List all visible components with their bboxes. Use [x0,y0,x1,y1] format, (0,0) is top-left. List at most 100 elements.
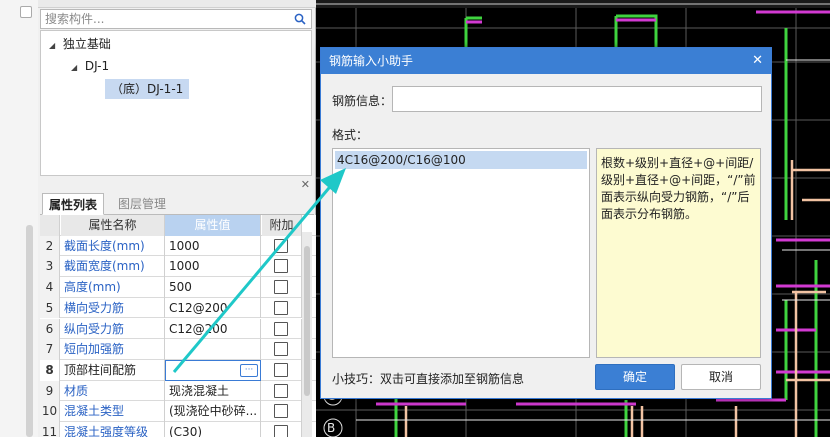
toggle-checkbox[interactable] [20,6,32,18]
extra-checkbox[interactable] [274,300,288,315]
search-icon[interactable] [294,13,306,25]
grid-scrollbar-thumb[interactable] [304,246,310,396]
tree-node-label: 独立基础 [62,37,111,51]
property-tabs: 属性列表 图层管理 [40,193,314,215]
ok-button[interactable]: 确定 [595,364,675,390]
property-value[interactable]: 1000 [165,256,261,278]
property-name: 顶部柱间配筋 [61,359,165,381]
extra-checkbox[interactable] [274,425,288,437]
extra-checkbox[interactable] [274,238,288,253]
tree-node-dj1-1[interactable]: （底）DJ-1-1 [105,79,190,99]
property-value-editor[interactable]: ··· [165,359,261,381]
tip-text: 小技巧：双击可直接添加至钢筋信息 [332,372,525,386]
left-scrollbar[interactable] [26,225,33,437]
extra-cell [262,339,302,360]
table-row[interactable]: 4 高度(mm) 500 [40,277,316,298]
property-value[interactable]: 1000 [165,235,261,257]
property-grid: 属性名称 属性值 附加 2 截面长度(mm) 1000 3 截面宽度(mm) 1000 4 高… [40,215,316,437]
dialog-title-text: 钢筋输入小助手 [329,54,414,68]
format-list[interactable]: 4C16@200/C16@100 [332,148,590,358]
table-row[interactable]: 6 纵向受力筋 C12@200 [40,318,316,340]
component-panel: ◢ 独立基础 ◢ DJ-1 （底）DJ-1-1 ✕ 属性列表 图层管理 属性名称… [38,0,316,437]
properties-title-bar: ✕ [38,178,316,192]
extra-checkbox[interactable] [274,280,288,295]
row-index: 9 [40,380,60,402]
property-name: 截面长度(mm) [61,235,165,257]
cancel-button[interactable]: 取消 [681,364,761,390]
row-index: 3 [40,256,60,278]
row-index: 2 [40,235,60,257]
left-edge-strip [0,0,38,437]
table-row[interactable]: 7 短向加强筋 [40,339,316,360]
property-name: 材质 [61,380,165,402]
expand-arrow-icon[interactable]: ◢ [49,36,59,56]
table-row[interactable]: 10 混凝土类型 (现浇砼中砂碎... [40,401,316,422]
extra-checkbox[interactable] [274,404,288,419]
extra-cell [262,318,302,340]
extra-cell [262,422,302,437]
table-row[interactable]: 8 顶部柱间配筋 ··· [40,359,316,381]
extra-cell [262,380,302,402]
expand-arrow-icon[interactable]: ◢ [71,58,81,78]
property-value[interactable]: C12@200 [165,318,261,340]
axis-label-b: B [327,421,336,435]
property-value[interactable]: C12@200 [165,297,261,319]
property-value[interactable] [165,339,261,360]
row-index: 4 [40,277,60,298]
rebar-input-dialog: 钢筋输入小助手 ✕ 钢筋信息： 格式： 4C16@200/C16@100 根数+… [320,47,772,399]
format-hint: 根数+级别+直径+@+间距/级别+直径+@+间距，“/”前面表示纵向受力钢筋，“… [596,148,761,358]
row-index: 8 [40,359,60,381]
header-name: 属性名称 [61,215,165,236]
property-name: 短向加强筋 [61,339,165,360]
search-input[interactable] [41,10,287,28]
tree-node-root[interactable]: ◢ 独立基础 [49,34,111,54]
property-value[interactable]: (C30) [165,422,261,437]
extra-checkbox[interactable] [274,362,288,377]
extra-cell [262,359,302,381]
row-index: 6 [40,318,60,340]
tree-node-label: （底）DJ-1-1 [111,82,184,96]
header-index [40,215,60,236]
rebar-info-input[interactable] [392,86,762,112]
tree-node-dj1[interactable]: ◢ DJ-1 [71,56,109,76]
tab-property-list[interactable]: 属性列表 [42,193,105,215]
table-row[interactable]: 9 材质 现浇混凝土 [40,380,316,402]
table-row[interactable]: 3 截面宽度(mm) 1000 [40,256,316,278]
grid-scrollbar[interactable] [302,232,312,437]
rebar-info-label: 钢筋信息： [332,94,393,108]
tab-layer-management[interactable]: 图层管理 [112,193,172,215]
property-value[interactable]: (现浇砼中砂碎... [165,401,261,422]
property-name: 纵向受力筋 [61,318,165,340]
extra-cell [262,256,302,278]
extra-cell [262,235,302,257]
property-name: 高度(mm) [61,277,165,298]
property-value[interactable]: 现浇混凝土 [165,380,261,402]
format-list-item[interactable]: 4C16@200/C16@100 [335,151,587,169]
table-row[interactable]: 11 混凝土强度等级 (C30) [40,422,316,437]
header-extra: 附加 [262,215,302,236]
panel-toolbar [38,0,316,8]
close-icon[interactable]: ✕ [301,178,310,191]
table-row[interactable]: 2 截面长度(mm) 1000 [40,235,316,257]
row-index: 7 [40,339,60,360]
extra-checkbox[interactable] [274,383,288,398]
extra-checkbox[interactable] [274,259,288,274]
table-row[interactable]: 5 横向受力筋 C12@200 [40,297,316,319]
extra-checkbox[interactable] [274,342,288,357]
property-value[interactable]: 500 [165,277,261,298]
grid-header: 属性名称 属性值 附加 [40,215,316,236]
extra-cell [262,277,302,298]
ellipsis-button[interactable]: ··· [240,363,258,377]
header-value: 属性值 [165,215,261,236]
extra-checkbox[interactable] [274,321,288,336]
tree-node-label: DJ-1 [84,59,110,73]
search-box [40,9,312,29]
row-index: 11 [40,422,60,437]
property-name: 混凝土类型 [61,401,165,422]
extra-cell [262,401,302,422]
dialog-title: 钢筋输入小助手 ✕ [321,48,771,74]
close-icon[interactable]: ✕ [752,48,763,74]
property-name: 混凝土强度等级 [61,422,165,437]
component-tree: ◢ 独立基础 ◢ DJ-1 （底）DJ-1-1 [40,30,312,176]
row-index: 5 [40,297,60,319]
